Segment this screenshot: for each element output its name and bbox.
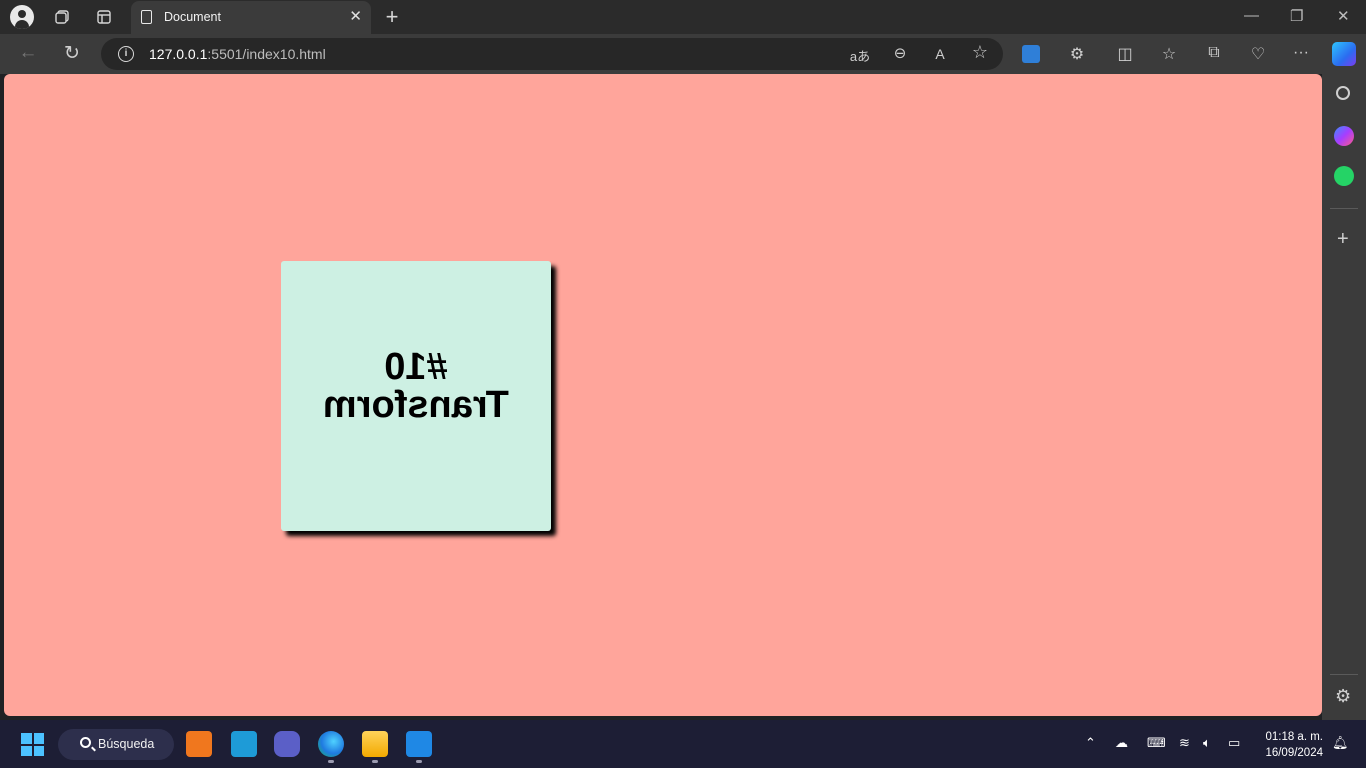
refresh-icon[interactable]: ↻ [60,42,84,66]
explorer-running-indicator [372,760,378,763]
workspaces-icon[interactable] [50,5,74,29]
favorites-icon[interactable]: ☆ [1158,44,1180,66]
messenger-icon[interactable] [1334,126,1354,146]
notifications-icon[interactable]: 🔔︎ [1332,735,1349,751]
tab-title: Document [164,10,221,24]
vscode-icon[interactable] [406,731,432,757]
taskbar-search[interactable]: Búsqueda [58,729,174,760]
search-icon[interactable] [1336,86,1350,100]
url-path: :5501/index10.html [207,46,326,62]
new-tab-icon[interactable]: + [380,4,404,29]
xampp-icon[interactable] [186,731,212,757]
tab-actions-icon[interactable] [92,5,116,29]
back-icon[interactable]: ← [16,42,40,66]
sidebar-divider [1330,208,1358,209]
edge-sidebar: + ⚙ [1322,74,1366,720]
clock-time: 01:18 a. m. [1265,731,1323,743]
edge-running-indicator [328,760,334,763]
battery-icon[interactable]: ▭ [1228,735,1240,751]
minimize-icon[interactable]: — [1244,7,1259,24]
onedrive-icon[interactable]: ☁ [1115,735,1128,751]
whatsapp-icon[interactable] [1334,166,1354,186]
transform-card: #10 Transform [281,261,551,531]
volume-icon[interactable]: 🔈︎ [1203,735,1211,751]
taskbar-search-label: Búsqueda [98,737,155,751]
page-viewport: #10 Transform [4,74,1322,716]
teams-icon[interactable] [274,731,300,757]
url-text[interactable]: 127.0.0.1:5501/index10.html [149,46,326,62]
site-info-icon[interactable]: i [118,46,134,62]
address-bar[interactable]: i 127.0.0.1:5501/index10.html aあ ⊖ A ☆ [101,38,1003,70]
translate-icon[interactable]: aあ [849,46,871,68]
split-screen-icon[interactable]: ◫ [1114,44,1136,66]
browser-toolbar: ← ↻ i 127.0.0.1:5501/index10.html aあ ⊖ A… [0,34,1366,74]
file-explorer-icon[interactable] [362,731,388,757]
profile-avatar-icon[interactable] [10,5,34,29]
tab-close-icon[interactable]: ✕ [349,7,362,25]
windows-start-icon[interactable] [21,733,44,756]
edge-icon[interactable] [318,731,344,757]
sidebar-settings-icon[interactable]: ⚙ [1335,686,1351,707]
wifi-icon[interactable]: ≋ [1179,735,1190,751]
zoom-icon[interactable]: ⊖ [889,44,911,66]
url-host: 127.0.0.1 [149,46,208,62]
search-glass-icon [80,737,91,748]
taskbar-clock[interactable]: 01:18 a. m. 16/09/2024 [1265,729,1323,761]
vscode-running-indicator [416,760,422,763]
browser-title-bar: Document ✕ + — ❐ ✕ [0,0,1366,34]
extensions-icon[interactable]: ⚙ [1066,44,1088,66]
clock-date: 16/09/2024 [1265,747,1323,759]
extension-translator-icon[interactable] [1022,45,1040,63]
collections-icon[interactable]: ⧉ [1203,44,1225,66]
add-sidebar-app-icon[interactable]: + [1337,228,1349,251]
window-close-icon[interactable]: ✕ [1337,7,1350,25]
document-icon [141,10,152,24]
sidebar-divider-bottom [1330,674,1358,675]
favorite-star-icon[interactable]: ☆ [969,42,991,64]
browser-essentials-icon[interactable]: ♡ [1247,44,1269,66]
restore-icon[interactable]: ❐ [1290,7,1303,25]
read-aloud-icon[interactable]: A [929,46,951,68]
card-title-word: Transform [323,384,509,426]
show-hidden-icons-icon[interactable]: ⌃ [1085,735,1096,751]
card-title-number: #10 [384,346,448,388]
keyboard-icon[interactable]: ⌨ [1147,735,1166,751]
copilot-icon[interactable] [1332,42,1356,66]
myhp-icon[interactable] [231,731,257,757]
card-text: #10 Transform [323,346,509,426]
more-options-icon[interactable]: ··· [1290,44,1312,66]
windows-taskbar: Búsqueda ⌃ ☁ ⌨ ≋ 🔈︎ ▭ 01:18 a. m. 16/09/… [0,720,1366,768]
browser-tab[interactable]: Document ✕ [131,1,371,34]
